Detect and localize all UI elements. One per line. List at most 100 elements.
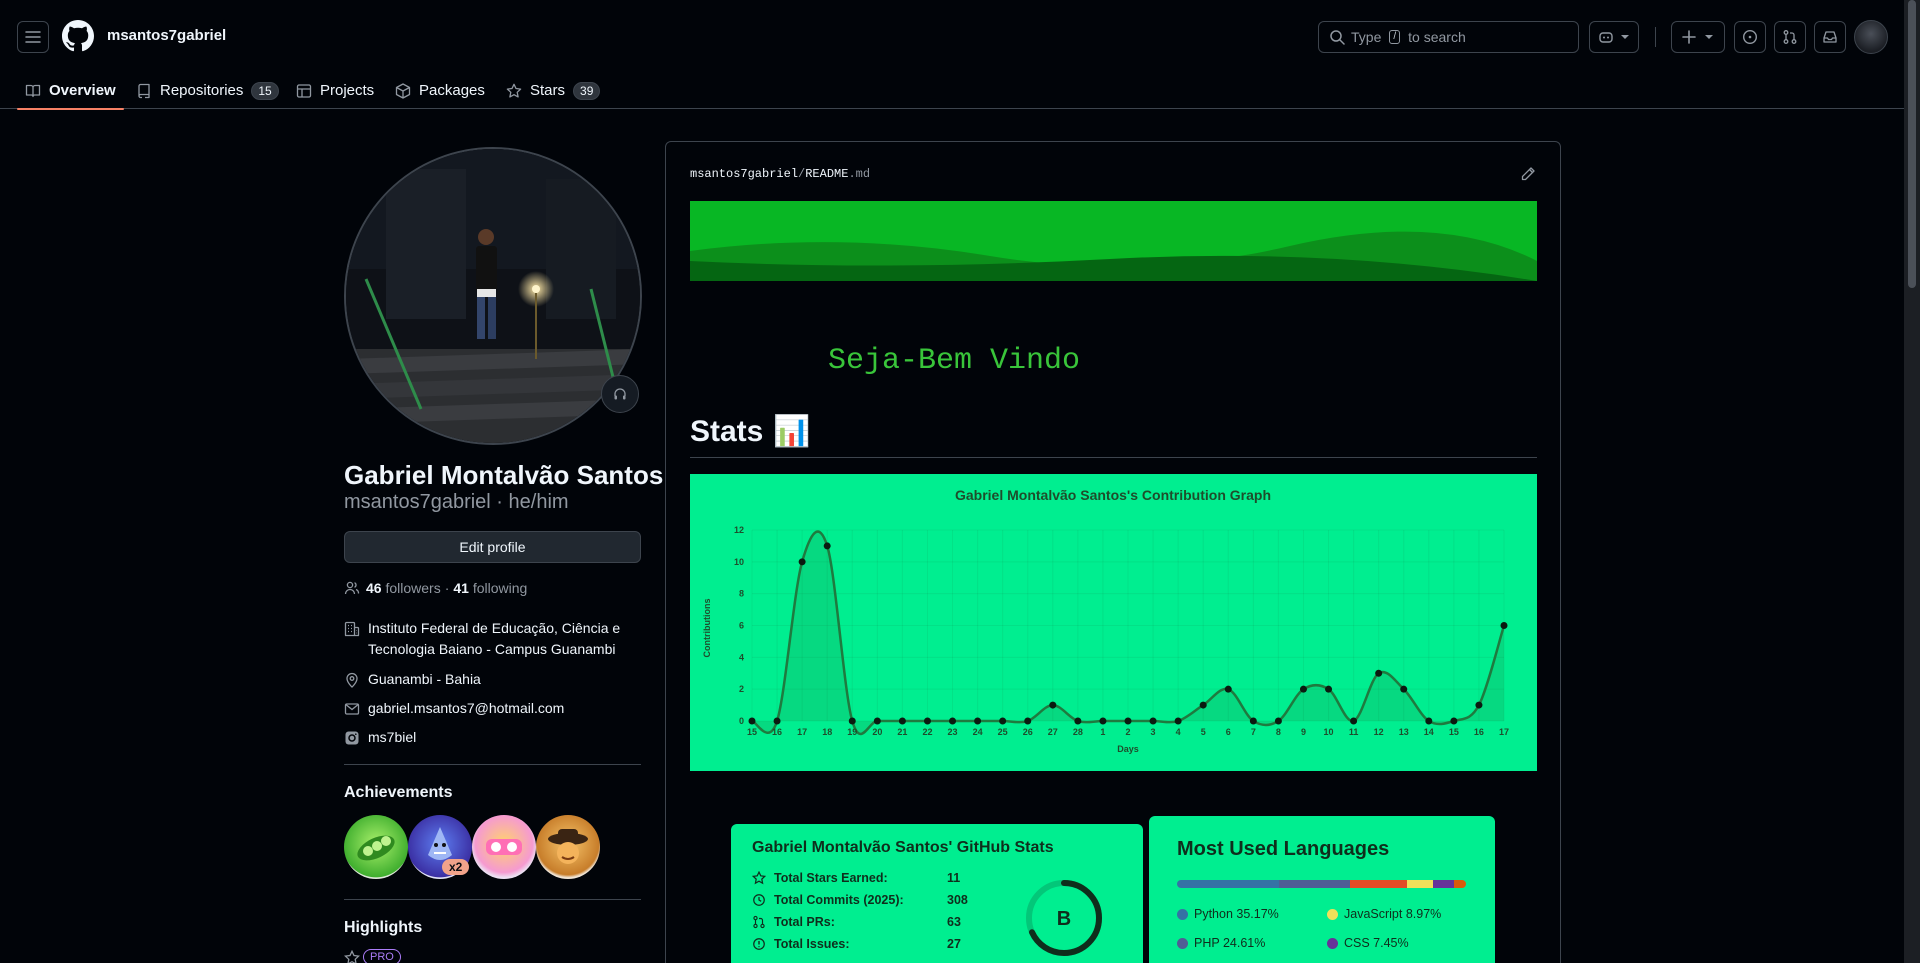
set-status-button[interactable] [601,375,639,413]
tab-repositories[interactable]: Repositories 15 [136,72,279,109]
readme-path: msantos7gabriel/README.md [690,167,870,181]
follow-separator: · [444,580,450,596]
chart-x-tick-label: 8 [1276,727,1281,737]
pro-badge: PRO [363,949,401,963]
mail-icon [344,703,360,715]
pull-request-icon [1783,30,1797,44]
chart-data-point [1249,717,1257,725]
chart-data-point [773,717,781,725]
readme-path-file: README [805,167,849,181]
chart-data-point [974,717,982,725]
chart-data-point [1450,717,1458,725]
hamburger-icon [25,31,41,43]
tab-overview[interactable]: Overview [17,72,124,110]
chart-x-tick-label: 14 [1424,727,1434,737]
chart-y-tick-label: 10 [734,557,744,567]
organization-item: Instituto Federal de Educação, Ciência e… [344,618,641,660]
pull-request-icon [753,915,765,929]
chart-data-point [1224,685,1232,693]
stat-row: Total PRs: [752,915,835,929]
chart-data-point [999,717,1007,725]
languages-title: Most Used Languages [1177,838,1390,860]
chart-data-point [1199,701,1207,709]
chart-x-tick-label: 12 [1374,727,1384,737]
social-text[interactable]: ms7biel [368,727,416,748]
github-logo-icon[interactable] [62,20,94,52]
issues-button[interactable] [1734,21,1766,53]
chart-x-tick-label: 15 [1449,727,1459,737]
rank-ring: B [1026,880,1102,956]
stat-value: 63 [947,915,961,929]
chart-data-point [949,717,957,725]
inbox-button[interactable] [1814,21,1846,53]
stat-label: Total Stars Earned: [774,871,888,885]
chart-data-point [1375,669,1383,677]
language-dot [1327,908,1338,920]
chart-title: Gabriel Montalvão Santos's Contribution … [955,487,1271,503]
chart-y-tick-label: 4 [739,652,744,662]
email-item[interactable]: gabriel.msantos7@hotmail.com [344,698,564,719]
contribution-graph-svg: Gabriel Montalvão Santos's Contribution … [702,487,1509,754]
chart-x-tick-label: 18 [822,727,832,737]
achievement-badge-pair-extraordinaire[interactable] [344,815,408,879]
highlights-title: Highlights [344,919,423,936]
stat-label: Total Commits (2025): [774,893,904,907]
following-link[interactable]: 41 following [453,580,527,596]
chart-data-point [1174,717,1182,725]
chart-x-tick-label: 13 [1399,727,1409,737]
chart-data-point [1350,717,1358,725]
history-icon [753,894,765,906]
context-username[interactable]: msantos7gabriel [107,27,226,44]
profile-avatar[interactable] [344,147,642,445]
tab-packages-label: Packages [419,82,485,99]
star-icon [344,950,360,963]
edit-readme-button[interactable] [1520,166,1536,185]
chart-x-tick-label: 24 [973,727,983,737]
chart-x-tick-label: 22 [922,727,932,737]
tab-projects[interactable]: Projects [296,72,374,109]
chart-data-point [1425,717,1433,725]
language-item: JavaScript 8.97% [1327,907,1441,921]
social-item[interactable]: ms7biel [344,727,416,748]
header-divider [1655,27,1656,47]
language-dot [1177,908,1188,920]
typing-banner: Seja-Bem Vindo [828,344,1081,378]
create-new-button[interactable] [1671,21,1725,53]
stats-heading-text: Stats [690,414,764,448]
chart-data-point [1274,717,1282,725]
followers-link[interactable]: 46 followers [366,580,441,596]
tab-stars[interactable]: Stars 39 [506,72,601,109]
achievement-badge-yolo[interactable] [472,815,536,879]
copilot-button[interactable] [1589,21,1639,53]
user-avatar[interactable] [1854,20,1888,54]
chart-data-point [848,717,856,725]
inbox-icon [1823,31,1837,43]
page-scrollbar[interactable] [1904,0,1920,963]
tab-packages[interactable]: Packages [395,72,485,109]
readme-path-user[interactable]: msantos7gabriel [690,167,798,181]
stat-value: 308 [947,893,968,907]
pull-requests-button[interactable] [1774,21,1806,53]
chart-x-tick-label: 17 [1499,727,1509,737]
chart-x-tick-label: 27 [1048,727,1058,737]
heading-rule [690,457,1537,458]
people-icon [344,581,360,595]
search-input[interactable]: Type / to search [1318,21,1579,53]
languages-card: Most Used Languages Python 35.17% JavaSc… [1149,816,1495,963]
chart-x-tick-label: 23 [948,727,958,737]
chevron-down-icon [1705,35,1713,39]
language-label: CSS 7.45% [1344,936,1409,950]
tab-stars-label: Stars [530,82,566,99]
scrollbar-thumb[interactable] [1908,0,1916,288]
chart-y-tick-label: 0 [739,716,744,726]
menu-button[interactable] [17,21,49,53]
following-label: following [472,580,528,596]
email-text[interactable]: gabriel.msantos7@hotmail.com [368,698,564,719]
chart-data-point [898,717,906,725]
chart-x-tick-label: 9 [1301,727,1306,737]
achievement-badge-quickdraw[interactable] [536,815,600,879]
header-wave-banner [690,201,1537,281]
language-label: Python 35.17% [1194,907,1279,921]
edit-profile-button[interactable]: Edit profile [344,531,641,563]
chart-data-point [1299,685,1307,693]
